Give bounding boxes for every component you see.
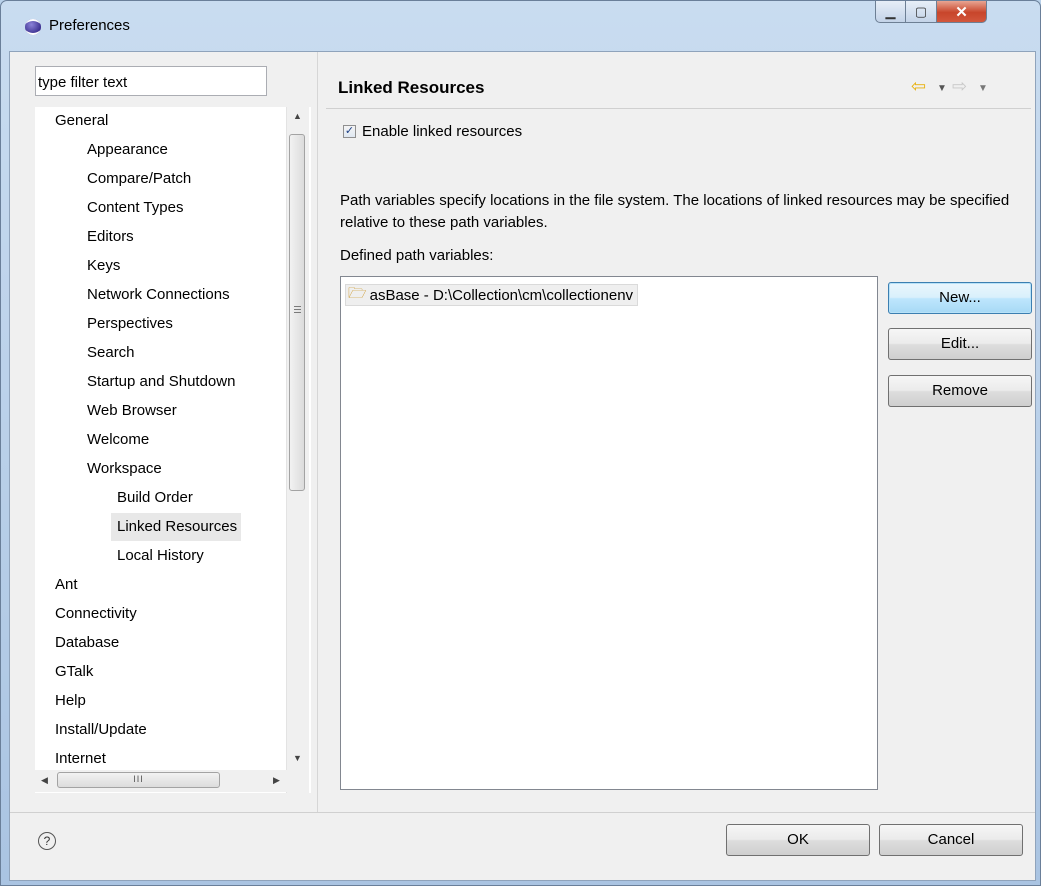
tree-item[interactable]: Ant — [55, 571, 78, 599]
pane-divider[interactable] — [317, 52, 318, 812]
minimize-icon: ▁ — [885, 3, 896, 19]
tree-item[interactable]: Connectivity — [55, 600, 137, 628]
grip-line — [294, 306, 301, 307]
defined-variables-label: Defined path variables: — [340, 247, 494, 264]
tree-item[interactable]: Perspectives — [87, 310, 173, 338]
vertical-scroll-thumb[interactable] — [289, 134, 305, 491]
preference-tree: General Appearance Compare/Patch Content Ty… — [35, 107, 311, 793]
enable-checkbox[interactable]: ✓ — [343, 125, 356, 138]
forward-arrow-icon[interactable]: ⇨ — [952, 76, 967, 97]
new-button[interactable]: New... — [888, 282, 1032, 314]
tree-item[interactable]: Database — [55, 629, 119, 657]
page-title: Linked Resources — [338, 78, 485, 97]
preferences-window: Preferences ▁ ▢ ✕ type filter text Gener… — [0, 0, 1041, 886]
tree-item[interactable]: Search — [87, 339, 135, 367]
help-icon[interactable]: ? — [38, 832, 56, 850]
tree-horizontal-scrollbar[interactable]: ◀ III ▶ — [35, 770, 289, 792]
tree-vertical-scrollbar[interactable]: ▲ ▼ — [286, 107, 309, 793]
footer-separator — [10, 812, 1035, 813]
scroll-right-icon[interactable]: ▶ — [273, 775, 280, 786]
minimize-button[interactable]: ▁ — [875, 1, 906, 23]
tree-item[interactable]: Content Types — [87, 194, 183, 222]
tree-item[interactable]: Welcome — [87, 426, 149, 454]
tree-item[interactable]: Network Connections — [87, 281, 230, 309]
tree-item[interactable]: Startup and Shutdown — [87, 368, 235, 396]
tree-item[interactable]: Internet — [55, 745, 106, 773]
scroll-down-icon[interactable]: ▼ — [293, 753, 302, 763]
horizontal-scroll-thumb[interactable]: III — [57, 772, 220, 788]
remove-button[interactable]: Remove — [888, 375, 1032, 407]
title-bar[interactable]: Preferences ▁ ▢ ✕ — [1, 1, 1041, 51]
tree-item[interactable]: Appearance — [87, 136, 168, 164]
grip-line — [294, 312, 301, 313]
path-variable-list[interactable]: 🗁 asBase - D:\Collection\cm\collectionen… — [340, 276, 878, 790]
variable-label: asBase - D:\Collection\cm\collectionenv — [369, 286, 634, 304]
ok-button[interactable]: OK — [726, 824, 870, 856]
tree-item[interactable]: Build Order — [117, 484, 193, 512]
tree-item[interactable]: Install/Update — [55, 716, 147, 744]
eclipse-icon — [25, 19, 41, 35]
close-icon: ✕ — [955, 3, 968, 21]
filter-input[interactable]: type filter text — [35, 66, 267, 96]
maximize-button[interactable]: ▢ — [906, 1, 937, 23]
tree-item[interactable]: Compare/Patch — [87, 165, 191, 193]
tree-item[interactable]: Linked Resources — [111, 513, 242, 541]
window-title: Preferences — [49, 17, 130, 34]
tree-item[interactable]: Keys — [87, 252, 120, 280]
back-arrow-icon[interactable]: ⇦ — [911, 76, 926, 97]
title-separator — [326, 108, 1031, 109]
dialog-client: type filter text General Appearance Compar… — [9, 51, 1036, 881]
tree-item[interactable]: GTalk — [55, 658, 93, 686]
tree-item[interactable]: Help — [55, 687, 86, 715]
tree-item[interactable]: Workspace — [87, 455, 162, 483]
grip-line — [294, 309, 301, 310]
back-dropdown-icon[interactable]: ▼ — [937, 83, 947, 94]
tree-item[interactable]: Web Browser — [87, 397, 177, 425]
enable-linked-resources[interactable]: ✓ Enable linked resources — [343, 123, 522, 140]
description-text: Path variables specify locations in the … — [340, 192, 1010, 231]
forward-dropdown-icon[interactable]: ▼ — [978, 83, 988, 94]
tree-item[interactable]: Local History — [117, 542, 204, 570]
edit-button[interactable]: Edit... — [888, 328, 1032, 360]
list-item[interactable]: 🗁 asBase - D:\Collection\cm\collectionen… — [345, 284, 639, 306]
folder-icon: 🗁 — [348, 284, 367, 302]
tree-item[interactable]: Editors — [87, 223, 134, 251]
maximize-icon: ▢ — [914, 3, 928, 19]
enable-checkbox-label: Enable linked resources — [362, 123, 523, 140]
cancel-button[interactable]: Cancel — [879, 824, 1023, 856]
tree-item[interactable]: General — [55, 107, 108, 135]
scroll-left-icon[interactable]: ◀ — [41, 775, 48, 786]
close-button[interactable]: ✕ — [937, 1, 987, 23]
scroll-up-icon[interactable]: ▲ — [293, 111, 302, 121]
